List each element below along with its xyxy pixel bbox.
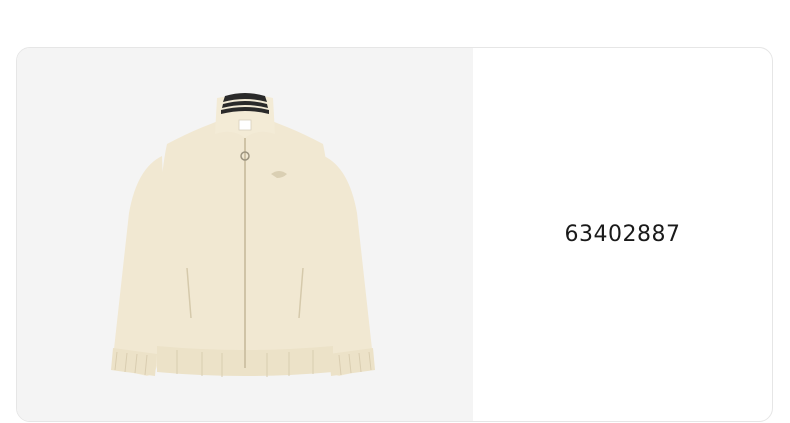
- product-card[interactable]: 63402887: [16, 47, 773, 422]
- product-code: 63402887: [564, 222, 681, 247]
- product-info-panel: 63402887: [473, 48, 772, 421]
- product-image-panel: [17, 48, 473, 421]
- jacket-image: [111, 93, 375, 377]
